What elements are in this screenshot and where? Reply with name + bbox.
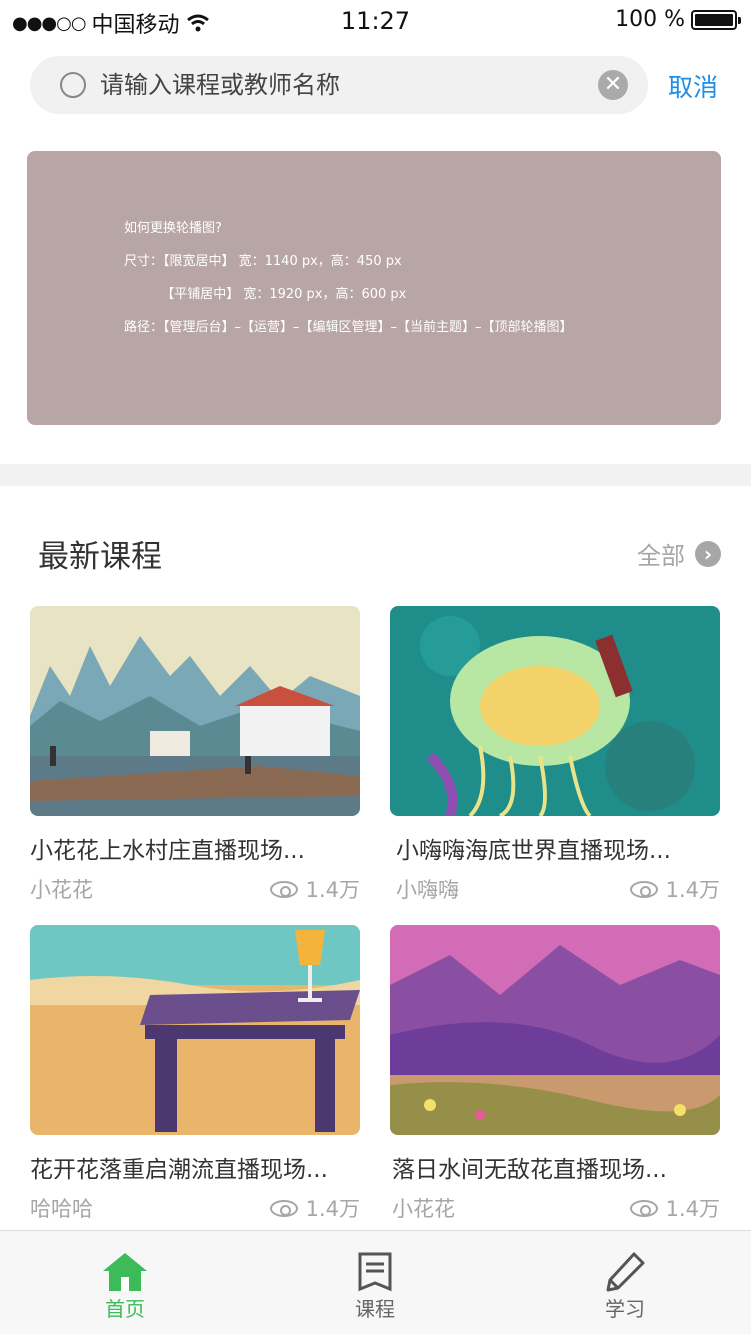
course-title: 花开花落重启潮流直播现场... [30, 1157, 328, 1183]
course-views: 1.4万 [269, 1193, 360, 1223]
course-thumbnail[interactable] [30, 606, 360, 816]
eye-icon [269, 1199, 298, 1217]
tab-home[interactable]: 首页 [0, 1231, 250, 1334]
cancel-button[interactable]: 取消 [668, 68, 718, 104]
course-author: 小花花 [30, 878, 93, 902]
page: ●●●○○ 中国移动 11:27 100 % ✕ 取消 如何更换轮播图? 尺寸：… [0, 0, 751, 1334]
view-count: 1.4万 [305, 1197, 360, 1221]
view-all-label: 全部 [637, 542, 685, 570]
view-count: 1.4万 [305, 878, 360, 902]
section-divider [0, 464, 751, 486]
tab-label: 课程 [355, 1297, 395, 1321]
course-card[interactable]: 落日水间无敌花直播现场... 小花花 1.4万 [390, 925, 720, 1225]
eye-icon [629, 880, 658, 898]
search-input[interactable] [100, 64, 580, 106]
tab-label: 学习 [605, 1297, 645, 1321]
course-views: 1.4万 [629, 874, 720, 904]
battery-icon [691, 9, 741, 30]
course-views: 1.4万 [629, 1193, 720, 1223]
banner-line: 【平铺居中】 宽：1920 px，高：600 px [124, 287, 407, 302]
battery-info: 100 % [615, 7, 741, 32]
banner-title: 如何更换轮播图? [124, 221, 222, 236]
status-bar: ●●●○○ 中国移动 11:27 100 % [0, 0, 751, 42]
course-card[interactable]: 小嗨嗨海底世界直播现场... 小嗨嗨 1.4万 [390, 606, 720, 906]
eye-icon [269, 880, 298, 898]
search-bar[interactable]: ✕ [30, 56, 648, 114]
course-title: 落日水间无敌花直播现场... [392, 1157, 667, 1183]
view-count: 1.4万 [665, 878, 720, 902]
bottom-tab-bar: 首页 课程 学习 [0, 1230, 751, 1334]
course-title: 小花花上水村庄直播现场... [30, 838, 305, 864]
chevron-right-icon: › [695, 540, 721, 567]
book-icon [358, 1252, 392, 1292]
course-thumbnail[interactable] [390, 606, 720, 816]
banner-line: 尺寸：【限宽居中】 宽：1140 px，高：450 px [124, 254, 402, 269]
tab-study[interactable]: 学习 [500, 1231, 750, 1334]
eye-icon [629, 1199, 658, 1217]
course-thumbnail[interactable] [30, 925, 360, 1135]
tab-courses[interactable]: 课程 [250, 1231, 500, 1334]
view-count: 1.4万 [665, 1197, 720, 1221]
search-icon [60, 72, 86, 98]
course-title: 小嗨嗨海底世界直播现场... [396, 838, 671, 864]
pencil-icon [606, 1252, 645, 1292]
course-author: 哈哈哈 [30, 1197, 93, 1221]
course-author: 小嗨嗨 [396, 878, 459, 902]
course-card[interactable]: 小花花上水村庄直播现场... 小花花 1.4万 [30, 606, 360, 906]
course-views: 1.4万 [269, 874, 360, 904]
course-thumbnail[interactable] [390, 925, 720, 1135]
course-author: 小花花 [392, 1197, 455, 1221]
clear-icon[interactable]: ✕ [598, 70, 628, 100]
course-card[interactable]: 花开花落重启潮流直播现场... 哈哈哈 1.4万 [30, 925, 360, 1225]
carousel-banner[interactable]: 如何更换轮播图? 尺寸：【限宽居中】 宽：1140 px，高：450 px 【平… [27, 151, 721, 425]
tab-label: 首页 [105, 1297, 145, 1321]
battery-percent: 100 % [615, 7, 685, 32]
view-all-button[interactable]: 全部 › [637, 536, 721, 571]
section-title: 最新课程 [38, 539, 162, 575]
home-icon [103, 1253, 147, 1291]
banner-line: 路径：【管理后台】–【运营】–【编辑区管理】–【当前主题】–【顶部轮播图】 [124, 320, 573, 335]
